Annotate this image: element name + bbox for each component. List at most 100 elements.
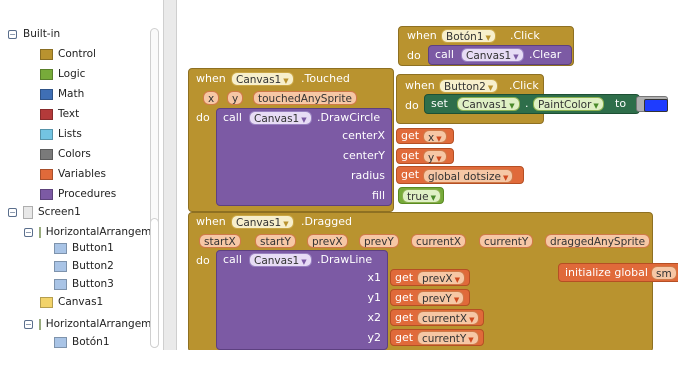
global-name-field[interactable]: sm: [651, 266, 677, 280]
property-dropdown[interactable]: PaintColor ▼: [533, 97, 604, 111]
component-dropdown[interactable]: Botón1 ▼: [441, 29, 496, 43]
param-currentx[interactable]: currentX: [411, 234, 467, 248]
method-label: .Clear: [529, 48, 562, 61]
variable-dropdown[interactable]: currentX ▼: [417, 311, 480, 325]
event-label: .Dragged: [301, 215, 352, 228]
tree-button1[interactable]: Button1: [54, 238, 114, 258]
tree-button3[interactable]: Button3: [54, 274, 114, 294]
drawer-label: Variables: [58, 168, 106, 180]
tree-canvas1[interactable]: Canvas1: [40, 292, 103, 312]
variable-dropdown[interactable]: y ▼: [423, 150, 447, 164]
component-label: HorizontalArrangemen: [45, 226, 152, 238]
control-color-icon: [40, 48, 53, 60]
call-block-clear[interactable]: call Canvas1 ▼ .Clear: [428, 45, 572, 65]
component-label: HorizontalArrangemen: [45, 318, 152, 330]
arg-label-centery: centerY: [342, 149, 385, 162]
drawer-colors[interactable]: Colors: [40, 144, 91, 164]
drawer-text[interactable]: Text: [40, 104, 79, 124]
variable-dropdown[interactable]: currentY ▼: [417, 331, 479, 345]
component-dropdown[interactable]: Canvas1 ▼: [231, 72, 294, 86]
arg-label-x1: x1: [367, 271, 381, 284]
param-prevy[interactable]: prevY: [359, 234, 399, 248]
component-dropdown[interactable]: Canvas1 ▼: [231, 215, 294, 229]
tree-screen1[interactable]: − Screen1: [8, 202, 81, 222]
arg-label-centerx: centerX: [342, 129, 385, 142]
component-name: Button2: [444, 81, 486, 93]
param-currenty[interactable]: currentY: [479, 234, 534, 248]
call-block-drawline[interactable]: call Canvas1 ▼ .DrawLine x1 y1 x2 y2: [216, 250, 388, 350]
tree-boton1[interactable]: Botón1: [54, 332, 110, 352]
drawer-control[interactable]: Control: [40, 44, 96, 64]
logic-true-block[interactable]: true ▼: [398, 187, 444, 204]
drawer-logic[interactable]: Logic: [40, 64, 85, 84]
arg-label-radius: radius: [350, 169, 385, 182]
blocks-drawer-panel: − Built-in Control Logic Math Text Lists…: [0, 0, 178, 381]
get-block-currentx[interactable]: get currentX ▼: [390, 309, 484, 326]
get-block-x[interactable]: get x ▼: [396, 128, 454, 144]
variable-dropdown[interactable]: global dotsize ▼: [423, 169, 514, 183]
variable-name: prevX: [422, 273, 453, 285]
set-block-paintcolor[interactable]: set Canvas1 ▼ . PaintColor ▼ to: [424, 94, 640, 114]
component-dropdown[interactable]: Canvas1 ▼: [249, 253, 312, 267]
param-startx[interactable]: startX: [199, 234, 241, 248]
method-label: .DrawLine: [317, 253, 373, 266]
collapse-toggle-icon[interactable]: −: [24, 227, 33, 237]
event-label: .Click: [510, 29, 540, 42]
logic-color-icon: [40, 68, 53, 80]
component-dropdown[interactable]: Canvas1 ▼: [461, 48, 524, 62]
variable-name: y: [428, 152, 435, 164]
drawer-label: Lists: [58, 128, 82, 140]
colors-color-icon: [40, 148, 53, 160]
variable-dropdown[interactable]: prevX ▼: [417, 271, 466, 285]
param-x[interactable]: x: [203, 91, 220, 105]
param-touchedanysprite[interactable]: touchedAnySprite: [253, 91, 357, 105]
initialize-global-label: initialize global: [565, 266, 648, 279]
drawer-lists[interactable]: Lists: [40, 124, 82, 144]
param-y[interactable]: y: [227, 91, 244, 105]
param-starty[interactable]: startY: [255, 234, 296, 248]
to-label: to: [615, 97, 627, 110]
when-label: when: [407, 29, 437, 42]
drawer-math[interactable]: Math: [40, 84, 84, 104]
collapse-toggle-icon[interactable]: −: [8, 207, 17, 217]
collapse-toggle-icon[interactable]: −: [24, 319, 33, 329]
drawer-label: Procedures: [58, 188, 117, 200]
variable-dropdown[interactable]: prevY ▼: [417, 291, 465, 305]
pane-splitter[interactable]: [163, 0, 177, 350]
initialize-global-block[interactable]: initialize global sm: [558, 263, 678, 282]
boolean-dropdown[interactable]: true ▼: [402, 189, 441, 203]
blocks-workspace[interactable]: when Botón1 ▼ .Click do call Canvas1 ▼ .Cl…: [178, 0, 678, 350]
variable-name: currentY: [422, 333, 467, 345]
call-label: call: [223, 253, 242, 266]
get-block-currenty[interactable]: get currentY ▼: [390, 329, 484, 346]
param-prevx[interactable]: prevX: [307, 234, 348, 248]
get-block-prevy[interactable]: get prevY ▼: [390, 289, 470, 306]
get-label: get: [395, 271, 414, 284]
drawer-variables[interactable]: Variables: [40, 164, 106, 184]
variable-name: prevY: [422, 293, 452, 305]
color-block[interactable]: [636, 96, 668, 112]
lists-color-icon: [40, 128, 53, 140]
call-block-drawcircle[interactable]: call Canvas1 ▼ .DrawCircle centerX center…: [216, 108, 392, 206]
drawer-procedures[interactable]: Procedures: [40, 184, 116, 204]
variable-dropdown[interactable]: x ▼: [423, 130, 447, 144]
collapse-toggle-icon[interactable]: −: [8, 29, 17, 39]
component-dropdown[interactable]: Canvas1 ▼: [457, 97, 520, 111]
component-dropdown[interactable]: Canvas1 ▼: [249, 111, 312, 125]
get-block-global-dotsize[interactable]: get global dotsize ▼: [396, 166, 524, 184]
get-block-prevx[interactable]: get prevX ▼: [390, 269, 470, 286]
set-label: set: [431, 97, 448, 110]
drawer-label: Text: [58, 108, 80, 120]
tree-arrangement-2[interactable]: − HorizontalArrangemen: [24, 314, 152, 334]
arg-label-fill: fill: [371, 189, 385, 202]
get-block-y[interactable]: get y ▼: [396, 148, 454, 164]
tree-button2[interactable]: Button2: [54, 256, 114, 276]
sidebar-scrollbar-lower[interactable]: [150, 218, 159, 348]
component-label: Canvas1: [58, 296, 104, 308]
component-dropdown[interactable]: Button2 ▼: [439, 79, 499, 93]
tree-builtin[interactable]: − Built-in: [8, 24, 60, 44]
variable-name: global dotsize: [428, 171, 501, 183]
param-draggedanysprite[interactable]: draggedAnySprite: [545, 234, 651, 248]
when-label: when: [196, 72, 226, 85]
arrangement-icon: [38, 318, 41, 330]
